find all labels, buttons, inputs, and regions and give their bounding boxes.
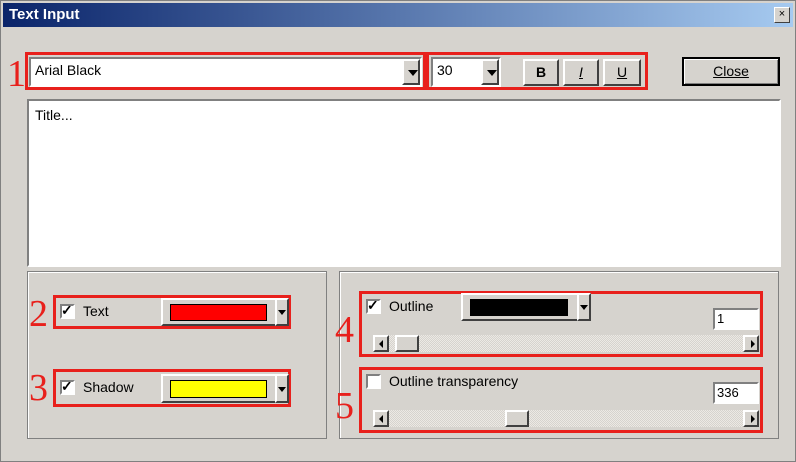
outline-color-picker[interactable]: [461, 293, 579, 321]
annotation-2: 2: [29, 293, 48, 335]
font-size-select[interactable]: 30: [431, 57, 501, 87]
scroll-right-button[interactable]: [743, 410, 759, 427]
outline-width-value-box: 1: [713, 308, 759, 330]
outline-label: Outline: [389, 298, 434, 314]
text-color-dropdown-button[interactable]: [275, 298, 289, 326]
text-content-area[interactable]: Title...: [27, 99, 781, 267]
outline-transparency-label: Outline transparency: [389, 373, 519, 389]
arrow-left-icon: [379, 414, 383, 423]
arrow-right-icon: [751, 339, 755, 348]
arrow-left-icon: [379, 339, 383, 348]
text-content-value: Title...: [35, 107, 73, 123]
scroll-left-button[interactable]: [373, 335, 389, 352]
scroll-right-button[interactable]: [743, 335, 759, 352]
shadow-color-swatch: [170, 380, 267, 398]
text-color-picker[interactable]: [161, 298, 278, 326]
shadow-checkbox[interactable]: ✓: [60, 378, 75, 395]
outline-color-dropdown-button[interactable]: [577, 293, 591, 321]
annotation-5: 5: [335, 385, 354, 427]
shadow-color-dropdown-button[interactable]: [275, 374, 289, 403]
chevron-down-icon: [278, 310, 286, 315]
chevron-down-icon: [278, 387, 286, 392]
checkmark-icon: ✓: [61, 378, 73, 394]
text-input-dialog: Text Input × 1 Arial Black 30 B I U Clos…: [0, 0, 796, 462]
annotation-3: 3: [29, 367, 48, 409]
transparency-value-box: 336: [713, 382, 759, 404]
font-size-dropdown-button[interactable]: [481, 59, 499, 85]
outline-width-thumb[interactable]: [395, 335, 419, 352]
font-name-dropdown-button[interactable]: [402, 59, 420, 85]
text-label: Text: [83, 303, 109, 319]
font-size-value: 30: [437, 62, 453, 78]
window-title: Text Input: [9, 6, 80, 23]
outline-color-swatch: [470, 299, 568, 316]
transparency-slider[interactable]: [373, 410, 759, 427]
scroll-left-button[interactable]: [373, 410, 389, 427]
text-checkbox[interactable]: ✓: [60, 302, 75, 319]
checkmark-icon: ✓: [367, 297, 379, 313]
italic-button[interactable]: I: [563, 59, 599, 86]
font-name-select[interactable]: Arial Black: [29, 57, 422, 87]
bold-button[interactable]: B: [523, 59, 559, 86]
chevron-down-icon: [487, 70, 497, 76]
transparency-value: 336: [717, 385, 739, 400]
title-bar[interactable]: Text Input ×: [3, 3, 793, 27]
annotation-1: 1: [7, 53, 26, 95]
shadow-color-picker[interactable]: [161, 374, 278, 403]
underline-button[interactable]: U: [603, 59, 641, 86]
checkmark-icon: ✓: [61, 302, 73, 318]
chevron-down-icon: [580, 305, 588, 310]
outline-transparency-checkbox[interactable]: [366, 374, 381, 389]
outline-width-slider[interactable]: [373, 335, 759, 352]
annotation-4: 4: [335, 309, 354, 351]
font-name-value: Arial Black: [35, 62, 102, 78]
shadow-label: Shadow: [83, 379, 134, 395]
close-button[interactable]: Close: [682, 57, 780, 86]
arrow-right-icon: [751, 414, 755, 423]
text-color-swatch: [170, 304, 267, 321]
transparency-thumb[interactable]: [505, 410, 529, 427]
outline-width-value: 1: [717, 311, 725, 326]
chevron-down-icon: [408, 70, 418, 76]
window-close-icon[interactable]: ×: [774, 7, 790, 23]
outline-checkbox[interactable]: ✓: [366, 297, 381, 314]
